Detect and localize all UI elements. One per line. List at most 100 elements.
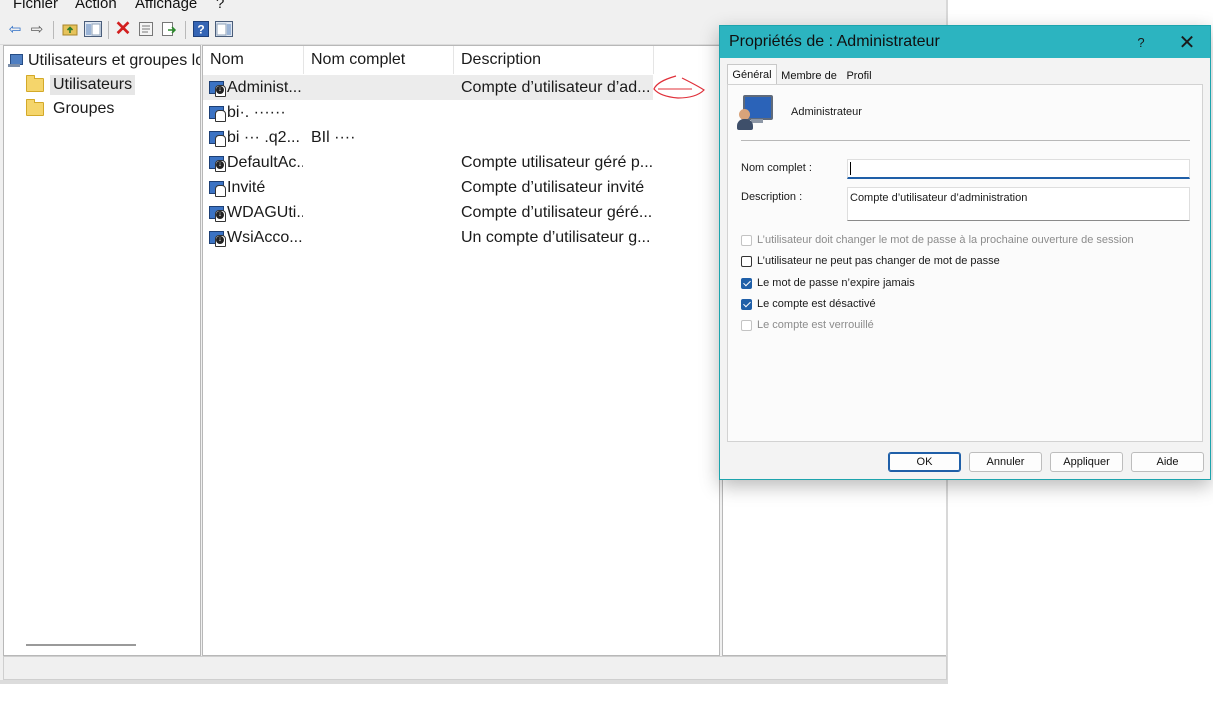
user-full-name bbox=[311, 75, 451, 100]
column-header-nom[interactable]: Nom bbox=[203, 46, 304, 74]
tab-profil[interactable]: Profil bbox=[842, 66, 876, 85]
local-users-groups-icon bbox=[8, 54, 23, 68]
show-hide-tree-icon[interactable] bbox=[84, 20, 102, 38]
user-description bbox=[461, 100, 653, 125]
user-full-name: BIl ···· bbox=[311, 128, 356, 146]
tree-item-label: Groupes bbox=[53, 100, 115, 117]
user-description: Un compte d’utilisateur g... bbox=[461, 228, 651, 246]
user-full-name bbox=[311, 100, 451, 125]
properties-dialog: Propriétés de : Administrateur ? ✕ Génér… bbox=[719, 25, 1211, 480]
user-description: Compte d’utilisateur invité bbox=[461, 178, 645, 196]
folder-icon bbox=[26, 75, 44, 92]
table-row[interactable]: ↓ WsiAcco... Un compte d’utilisateur g... bbox=[203, 225, 719, 250]
tree-item-groupes[interactable]: Groupes bbox=[26, 98, 117, 120]
checkbox-must-change-password[interactable]: L’utilisateur doit changer le mot de pas… bbox=[741, 232, 1134, 248]
user-description: Compte utilisateur géré p... bbox=[461, 153, 653, 171]
checkbox-cannot-change-password[interactable]: L’utilisateur ne peut pas changer de mot… bbox=[741, 253, 1000, 269]
users-list: Nom Nom complet Description ↓ Administ...… bbox=[202, 45, 720, 656]
column-header-description[interactable]: Description bbox=[454, 46, 654, 74]
properties-icon[interactable] bbox=[137, 20, 155, 38]
dialog-title: Propriétés de : Administrateur bbox=[729, 33, 940, 50]
description-input[interactable]: Compte d’utilisateur d’administration bbox=[847, 187, 1190, 221]
checkbox-label: L’utilisateur ne peut pas changer de mot… bbox=[757, 255, 1000, 267]
checkbox-checked-icon bbox=[741, 277, 752, 289]
help-icon[interactable]: ? bbox=[1128, 26, 1154, 58]
checkbox-label: Le compte est désactivé bbox=[757, 298, 876, 310]
table-row[interactable]: bi ··· .q2... BIl ···· bbox=[203, 125, 719, 150]
user-name: DefaultAc... bbox=[227, 153, 303, 171]
table-row[interactable]: ↓ DefaultAc... Compte utilisateur géré p.… bbox=[203, 150, 719, 175]
table-row[interactable]: ↓ Administ... Compte d’utilisateur d’ad..… bbox=[203, 75, 653, 100]
user-name: Administ... bbox=[227, 78, 302, 96]
tree-root[interactable]: Utilisateurs et groupes lo bbox=[8, 50, 201, 72]
full-name-label: Nom complet : bbox=[741, 162, 812, 174]
menu-help[interactable]: ? bbox=[216, 0, 224, 12]
column-header-nom-complet[interactable]: Nom complet bbox=[304, 46, 454, 74]
text-caret bbox=[850, 162, 851, 175]
table-row[interactable]: bi·. ······ bbox=[203, 100, 719, 125]
checkbox-account-disabled[interactable]: Le compte est désactivé bbox=[741, 296, 876, 312]
disabled-user-icon: ↓ bbox=[209, 230, 226, 247]
user-description: Compte d’utilisateur d’ad... bbox=[461, 78, 651, 96]
checkbox-icon bbox=[741, 255, 752, 267]
tab-membre-de[interactable]: Membre de bbox=[778, 66, 840, 85]
menu-fichier[interactable]: Fichier bbox=[13, 0, 58, 12]
table-row[interactable]: ↓ WDAGUti... Compte d’utilisateur géré... bbox=[203, 200, 719, 225]
folder-icon bbox=[26, 99, 44, 116]
user-name: bi ··· .q2... bbox=[227, 128, 300, 146]
user-name: WsiAcco... bbox=[227, 228, 303, 246]
apply-button[interactable]: Appliquer bbox=[1050, 452, 1123, 472]
up-folder-icon[interactable] bbox=[61, 20, 79, 38]
user-full-name bbox=[311, 175, 451, 200]
table-row[interactable]: Invité Compte d’utilisateur invité bbox=[203, 175, 719, 200]
user-full-name bbox=[311, 150, 451, 175]
disabled-user-icon: ↓ bbox=[209, 155, 226, 172]
toolbar-separator bbox=[185, 21, 186, 39]
user-full-name bbox=[311, 225, 451, 250]
action-pane-icon[interactable] bbox=[215, 20, 233, 38]
toolbar-separator bbox=[53, 21, 54, 39]
user-name: WDAGUti... bbox=[227, 203, 303, 221]
user-account-icon bbox=[737, 95, 773, 131]
back-arrow-icon[interactable]: ⇦ bbox=[6, 20, 24, 38]
help-button[interactable]: Aide bbox=[1131, 452, 1204, 472]
menu-action[interactable]: Action bbox=[75, 0, 117, 12]
horizontal-scrollbar[interactable] bbox=[26, 644, 136, 646]
checkbox-password-never-expires[interactable]: Le mot de passe n’expire jamais bbox=[741, 275, 915, 291]
tab-general[interactable]: Général bbox=[727, 64, 777, 85]
checkbox-account-locked[interactable]: Le compte est verrouillé bbox=[741, 317, 874, 333]
taskbar-strip bbox=[0, 680, 948, 684]
user-name: Invité bbox=[227, 178, 266, 196]
cancel-button[interactable]: Annuler bbox=[969, 452, 1042, 472]
tree-root-label: Utilisateurs et groupes lo bbox=[28, 52, 201, 69]
status-bar bbox=[3, 656, 947, 680]
delete-icon[interactable]: ✕ bbox=[114, 19, 132, 39]
full-name-input[interactable] bbox=[847, 159, 1190, 179]
tree-item-label: Utilisateurs bbox=[50, 75, 136, 95]
description-label: Description : bbox=[741, 191, 803, 203]
account-name: Administrateur bbox=[791, 106, 862, 118]
user-description: Compte d’utilisateur géré... bbox=[461, 203, 653, 221]
disabled-user-icon: ↓ bbox=[209, 205, 226, 222]
checkbox-label: Le compte est verrouillé bbox=[757, 319, 874, 331]
user-icon bbox=[209, 130, 226, 147]
checkbox-label: L’utilisateur doit changer le mot de pas… bbox=[757, 234, 1134, 246]
svg-text:?: ? bbox=[197, 23, 204, 37]
user-full-name bbox=[311, 200, 451, 225]
checkbox-icon bbox=[741, 234, 752, 246]
menu-affichage[interactable]: Affichage bbox=[135, 0, 197, 12]
forward-arrow-icon[interactable]: ⇨ bbox=[28, 20, 46, 38]
export-list-icon[interactable] bbox=[160, 20, 178, 38]
divider bbox=[741, 140, 1190, 141]
ok-button[interactable]: OK bbox=[888, 452, 961, 472]
checkbox-icon bbox=[741, 319, 752, 331]
user-description bbox=[461, 125, 653, 150]
tree-item-utilisateurs[interactable]: Utilisateurs bbox=[26, 74, 136, 96]
close-icon[interactable]: ✕ bbox=[1173, 26, 1201, 58]
menu-bar: Fichier Action Affichage ? bbox=[0, 0, 948, 14]
dialog-title-bar[interactable]: Propriétés de : Administrateur ? ✕ bbox=[720, 26, 1210, 58]
help-icon[interactable]: ? bbox=[192, 20, 210, 38]
checkbox-label: Le mot de passe n’expire jamais bbox=[757, 277, 915, 289]
user-icon bbox=[209, 180, 226, 197]
red-annotation-arrow bbox=[653, 75, 705, 99]
